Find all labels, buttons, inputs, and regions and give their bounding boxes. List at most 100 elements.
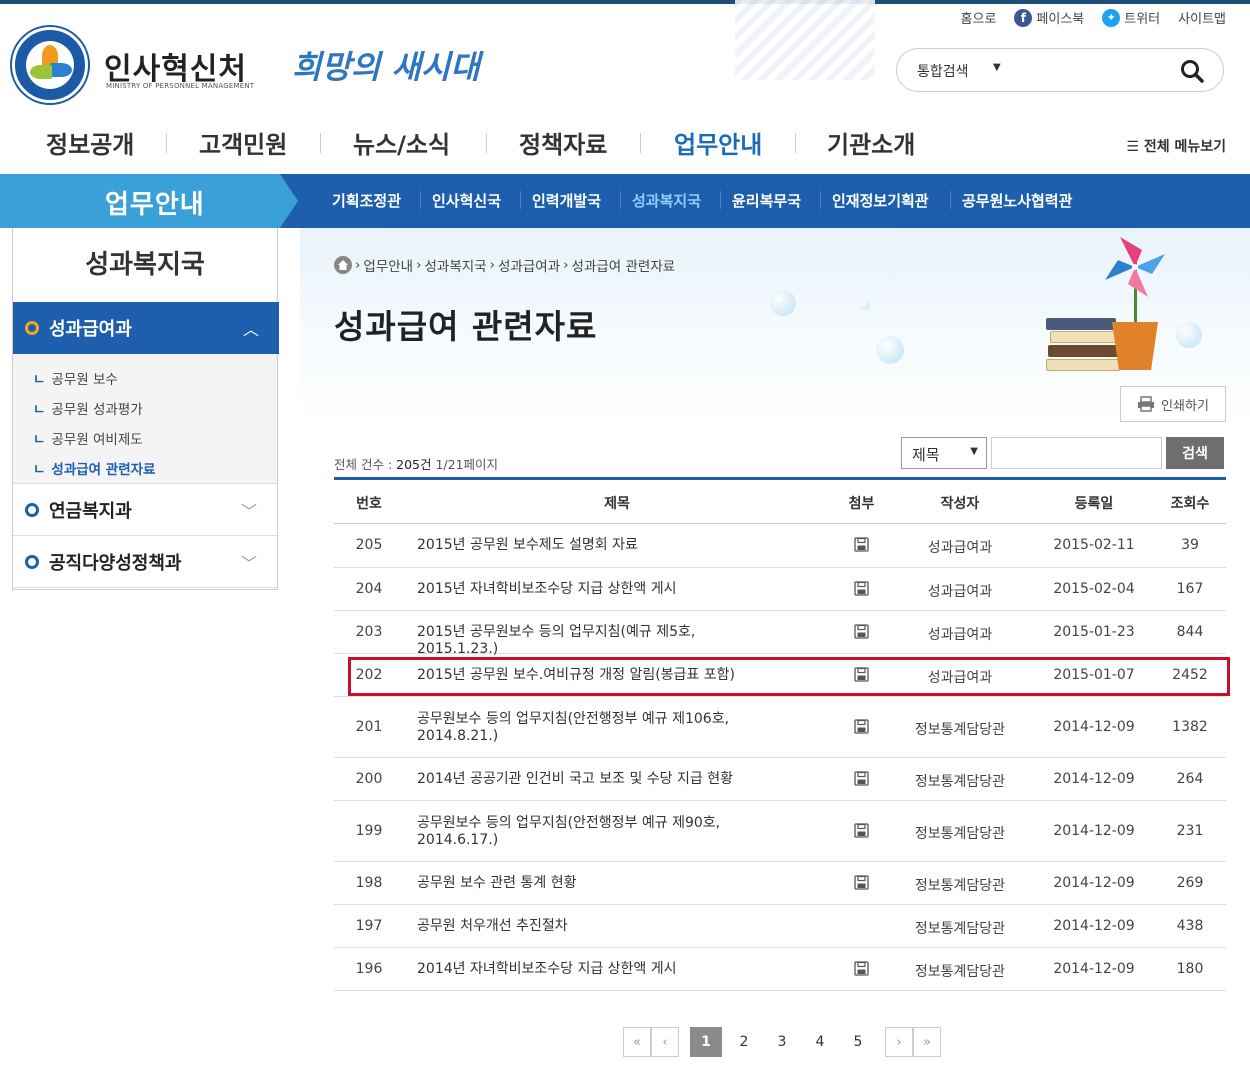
board-search-input[interactable]	[991, 437, 1162, 469]
row-author: 정보통계담당관	[914, 774, 1006, 790]
attachment-icon[interactable]	[854, 961, 869, 976]
menu-icon: ☰	[1126, 139, 1139, 155]
row-title-link[interactable]: 2015년 공무원 보수제도 설명회 자료	[417, 537, 767, 554]
all-menu-button[interactable]: ☰ 전체 메뉴보기	[1126, 136, 1226, 156]
gnb-item-news[interactable]: 뉴스/소식	[353, 125, 450, 160]
row-number: 201	[355, 719, 383, 735]
page-button-1[interactable]: 1	[690, 1027, 722, 1057]
last-page-button[interactable]: »	[913, 1027, 941, 1057]
row-title-link[interactable]: 2015년 자녀학비보조수당 지급 상한액 게시	[417, 581, 767, 598]
prev-page-button[interactable]: ‹	[651, 1027, 679, 1057]
chevron-up-icon: ︿	[242, 320, 259, 339]
sidebar-item-salary[interactable]: 성과급여과 ︿	[13, 302, 279, 354]
row-title-link[interactable]: 공무원보수 등의 업무지침(안전행정부 예규 제90호, 2014.6.17.)	[417, 815, 767, 849]
attachment-icon[interactable]	[854, 537, 869, 552]
facebook-link[interactable]: f 페이스북	[1014, 8, 1084, 27]
sub-item-talent-info[interactable]: 인재정보기획관	[832, 190, 929, 211]
gnb-item-work[interactable]: 업무안내	[674, 125, 762, 160]
table-row[interactable]: 200 2014년 공공기관 인건비 국고 보조 및 수당 지급 현황 정보통계담당…	[334, 758, 1226, 801]
sitemap-link[interactable]: 사이트맵	[1178, 8, 1226, 27]
page-button-3[interactable]: 3	[763, 1027, 801, 1057]
table-row[interactable]: 196 2014년 자녀학비보조수당 지급 상한액 게시 정보통계담당관 2014-1…	[334, 948, 1226, 991]
gnb-item-policy[interactable]: 정책자료	[519, 125, 607, 160]
gnb-item-about[interactable]: 기관소개	[827, 125, 915, 160]
decoration-bubble	[1176, 322, 1202, 348]
chevron-down-icon: ﹀	[240, 554, 257, 573]
column-header-title: 제목	[604, 496, 630, 512]
next-page-button[interactable]: ›	[885, 1027, 913, 1057]
row-title-link[interactable]: 2014년 자녀학비보조수당 지급 상한액 게시	[417, 961, 767, 978]
table-row[interactable]: 199 공무원보수 등의 업무지침(안전행정부 예규 제90호, 2014.6.1…	[334, 801, 1226, 862]
table-row[interactable]: 202 2015년 공무원 보수.여비규정 개정 알림(봉급표 포함) 성과급여과 2…	[334, 654, 1230, 697]
sub-item-performance[interactable]: 성과복지국	[632, 190, 701, 211]
row-title-link[interactable]: 2015년 공무원보수 등의 업무지침(예규 제5호, 2015.1.23.)	[417, 624, 767, 658]
first-page-button[interactable]: «	[623, 1027, 651, 1057]
page-button-2[interactable]: 2	[725, 1027, 763, 1057]
table-row[interactable]: 201 공무원보수 등의 업무지침(안전행정부 예규 제106호, 2014.8.…	[334, 697, 1226, 758]
row-title-link[interactable]: 2014년 공공기관 인건비 국고 보조 및 수당 지급 현황	[417, 771, 767, 788]
org-logo-icon[interactable]	[12, 27, 88, 103]
submenu-item-pay[interactable]: ㄴ 공무원 보수	[33, 368, 118, 388]
sub-item-labor[interactable]: 공무원노사협력관	[962, 190, 1072, 211]
table-row[interactable]: 198 공무원 보수 관련 통계 현황 정보통계담당관 2014-12-09 269	[334, 862, 1226, 905]
sidebar-item-pension[interactable]: 연금복지과 ﹀	[13, 484, 277, 536]
column-header-views: 조회수	[1170, 496, 1210, 512]
submenu-item-travel[interactable]: ㄴ 공무원 여비제도	[33, 428, 143, 448]
table-row[interactable]: 204 2015년 자녀학비보조수당 지급 상한액 게시 성과급여과 2015-02-…	[334, 568, 1226, 611]
bullet-icon	[25, 321, 39, 335]
row-views: 167	[1176, 581, 1204, 597]
gnb-item-civil[interactable]: 고객민원	[199, 125, 287, 160]
row-author: 정보통계담당관	[914, 826, 1006, 842]
bullet-icon	[25, 503, 39, 517]
pagination: « ‹ 1 2 3 4 5 › »	[623, 1027, 941, 1057]
attachment-icon[interactable]	[854, 875, 869, 890]
attachment-icon[interactable]	[854, 719, 869, 734]
page-button-4[interactable]: 4	[801, 1027, 839, 1057]
search-field-select[interactable]: 제목 ▼	[901, 437, 987, 469]
sub-item-planning[interactable]: 기획조정관	[332, 190, 401, 211]
page-button-5[interactable]: 5	[839, 1027, 877, 1057]
row-title-link[interactable]: 2015년 공무원 보수.여비규정 개정 알림(봉급표 포함)	[417, 667, 767, 684]
sub-item-ethics[interactable]: 윤리복무국	[732, 190, 801, 211]
row-number: 203	[355, 624, 383, 640]
twitter-label: 트위터	[1124, 12, 1161, 27]
row-views: 39	[1181, 537, 1199, 553]
attachment-icon[interactable]	[854, 823, 869, 838]
search-icon[interactable]	[1179, 58, 1205, 84]
table-row[interactable]: 203 2015년 공무원보수 등의 업무지침(예규 제5호, 2015.1.23…	[334, 611, 1226, 657]
home-link[interactable]: 홈으로	[961, 8, 997, 27]
attachment-icon[interactable]	[854, 581, 869, 596]
sidebar-item-label: 연금복지과	[49, 501, 132, 522]
gnb-item-info[interactable]: 정보공개	[46, 125, 134, 160]
attachment-icon[interactable]	[854, 624, 869, 639]
print-button[interactable]: 인쇄하기	[1120, 386, 1226, 422]
row-title-link[interactable]: 공무원보수 등의 업무지침(안전행정부 예규 제106호, 2014.8.21.…	[417, 711, 767, 745]
breadcrumb-item[interactable]: 성과복지국	[425, 255, 487, 275]
row-title-link[interactable]: 공무원 처우개선 추진절차	[417, 918, 767, 935]
row-title-link[interactable]: 공무원 보수 관련 통계 현황	[417, 875, 767, 892]
board-search-button[interactable]: 검색	[1166, 437, 1224, 469]
sidebar-item-diversity[interactable]: 공직다양성정책과 ﹀	[13, 536, 277, 588]
submenu-item-evaluation[interactable]: ㄴ 공무원 성과평가	[33, 398, 143, 418]
search-scope-select[interactable]: 통합검색	[917, 61, 969, 81]
sub-item-innovation[interactable]: 인사혁신국	[432, 190, 501, 211]
search-input[interactable]	[1009, 57, 1169, 83]
attachment-icon[interactable]	[854, 667, 869, 682]
decoration-bubble	[860, 300, 870, 310]
sub-item-hrd[interactable]: 인력개발국	[532, 190, 601, 211]
breadcrumb-item[interactable]: 성과급여과	[498, 255, 560, 275]
table-header: 번호 제목 첨부 작성자 등록일 조회수	[334, 480, 1226, 524]
table-row[interactable]: 197 공무원 처우개선 추진절차 정보통계담당관 2014-12-09 438	[334, 905, 1226, 948]
attachment-icon[interactable]	[854, 771, 869, 786]
submenu-item-materials[interactable]: ㄴ 성과급여 관련자료	[33, 458, 155, 478]
breadcrumb-item[interactable]: 업무안내	[363, 255, 413, 275]
twitter-link[interactable]: ✦ 트위터	[1102, 8, 1160, 27]
row-date: 2015-02-11	[1053, 537, 1135, 553]
home-icon[interactable]	[334, 256, 352, 274]
table-row[interactable]: 205 2015년 공무원 보수제도 설명회 자료 성과급여과 2015-02-11 3…	[334, 524, 1226, 568]
row-views: 231	[1176, 823, 1204, 839]
breadcrumb-item[interactable]: 성과급여 관련자료	[572, 255, 676, 275]
row-date: 2014-12-09	[1053, 823, 1135, 839]
board-table: 번호 제목 첨부 작성자 등록일 조회수 205 2015년 공무원 보수제도 설…	[334, 477, 1230, 991]
row-author: 성과급여과	[927, 540, 993, 556]
